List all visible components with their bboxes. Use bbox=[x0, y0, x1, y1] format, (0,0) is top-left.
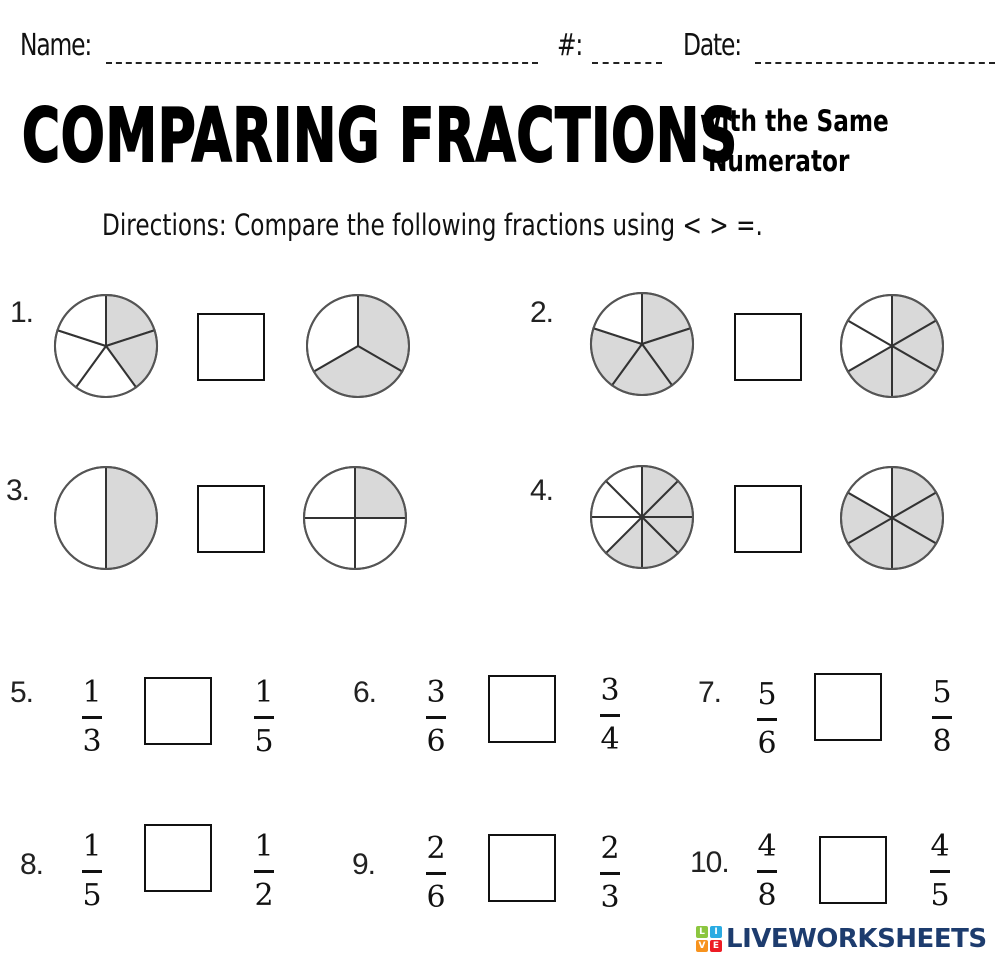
question-number: 9. bbox=[352, 848, 376, 881]
logo-wordmark: LIVEWORKSHEETS bbox=[726, 924, 987, 954]
numerator: 3 bbox=[600, 673, 620, 708]
date-label: Date: bbox=[683, 28, 742, 63]
fraction-bar bbox=[82, 716, 102, 719]
answer-box[interactable] bbox=[144, 824, 212, 892]
pie-slice-shaded bbox=[105, 465, 158, 571]
fraction-left: 15 bbox=[72, 830, 112, 913]
page-title: COMPARING FRACTIONS bbox=[21, 92, 738, 180]
denominator: 4 bbox=[600, 722, 620, 757]
fraction-bar bbox=[426, 872, 446, 875]
denominator: 5 bbox=[82, 878, 102, 913]
fraction-left: 13 bbox=[72, 676, 112, 759]
fraction-circle-left bbox=[590, 291, 694, 396]
fraction-bar bbox=[757, 870, 777, 873]
fraction-left: 26 bbox=[416, 832, 456, 915]
fraction-right: 12 bbox=[244, 830, 284, 913]
question-number: 1. bbox=[10, 296, 34, 329]
numerator: 1 bbox=[254, 829, 274, 864]
question-number: 10. bbox=[690, 846, 730, 879]
logo-tile: L bbox=[696, 926, 708, 938]
logo-tile: V bbox=[696, 940, 708, 952]
answer-box[interactable] bbox=[144, 677, 212, 745]
answer-box[interactable] bbox=[814, 673, 882, 741]
fraction-bar bbox=[757, 718, 777, 721]
name-field[interactable] bbox=[106, 62, 538, 64]
denominator: 3 bbox=[600, 880, 620, 915]
fraction-circle-right bbox=[840, 465, 944, 571]
question-number: 3. bbox=[6, 474, 30, 507]
question-number: 4. bbox=[530, 474, 554, 507]
fraction-bar bbox=[600, 714, 620, 717]
numerator: 4 bbox=[757, 829, 777, 864]
question-number: 7. bbox=[698, 676, 722, 709]
date-field[interactable] bbox=[755, 62, 995, 64]
answer-box[interactable] bbox=[197, 313, 265, 381]
fraction-right: 58 bbox=[922, 676, 962, 759]
fraction-right: 45 bbox=[920, 830, 960, 913]
liveworksheets-logo: L I V E LIVEWORKSHEETS bbox=[696, 924, 987, 954]
numerator: 1 bbox=[254, 675, 274, 710]
directions-text: Directions: Compare the following fracti… bbox=[102, 208, 763, 242]
logo-tile: E bbox=[710, 940, 722, 952]
denominator: 6 bbox=[426, 724, 446, 759]
denominator: 3 bbox=[82, 724, 102, 759]
fraction-circle-right bbox=[306, 293, 410, 398]
numerator: 3 bbox=[426, 675, 446, 710]
name-label: Name: bbox=[20, 28, 92, 63]
numerator: 2 bbox=[600, 831, 620, 866]
fraction-bar bbox=[426, 716, 446, 719]
fraction-circle-left bbox=[589, 464, 695, 570]
fraction-bar bbox=[932, 716, 952, 719]
fraction-bar bbox=[254, 716, 274, 719]
fraction-bar bbox=[600, 872, 620, 875]
answer-box[interactable] bbox=[488, 834, 556, 902]
question-number: 5. bbox=[10, 676, 34, 709]
question-number: 2. bbox=[530, 296, 554, 329]
question-number: 6. bbox=[353, 676, 377, 709]
question-number: 8. bbox=[20, 848, 44, 881]
fraction-left: 56 bbox=[747, 678, 787, 761]
fraction-bar bbox=[930, 870, 950, 873]
logo-tile: I bbox=[710, 926, 722, 938]
fraction-right: 23 bbox=[590, 832, 630, 915]
answer-box[interactable] bbox=[734, 313, 802, 381]
numerator: 5 bbox=[932, 675, 952, 710]
answer-box[interactable] bbox=[197, 485, 265, 553]
denominator: 2 bbox=[254, 878, 274, 913]
denominator: 8 bbox=[932, 724, 952, 759]
subtitle-line-1: with the Same bbox=[700, 104, 889, 138]
denominator: 8 bbox=[757, 878, 777, 913]
fraction-bar bbox=[254, 870, 274, 873]
answer-box[interactable] bbox=[819, 836, 887, 904]
denominator: 5 bbox=[930, 878, 950, 913]
fraction-circle-left bbox=[54, 465, 158, 571]
logo-tiles-icon: L I V E bbox=[696, 926, 722, 952]
fraction-circle-right bbox=[840, 293, 944, 399]
fraction-left: 48 bbox=[747, 830, 787, 913]
fraction-bar bbox=[82, 870, 102, 873]
denominator: 5 bbox=[254, 724, 274, 759]
denominator: 6 bbox=[426, 880, 446, 915]
fraction-circle-right bbox=[302, 465, 408, 571]
answer-box[interactable] bbox=[734, 485, 802, 553]
denominator: 6 bbox=[757, 726, 777, 761]
numerator: 5 bbox=[757, 677, 777, 712]
fraction-circle-left bbox=[54, 293, 158, 398]
subtitle-line-2: Numerator bbox=[708, 144, 850, 178]
number-label: #: bbox=[557, 28, 583, 63]
number-field[interactable] bbox=[592, 62, 662, 64]
numerator: 2 bbox=[426, 831, 446, 866]
answer-box[interactable] bbox=[488, 675, 556, 743]
fraction-right: 34 bbox=[590, 674, 630, 757]
fraction-right: 15 bbox=[244, 676, 284, 759]
numerator: 1 bbox=[82, 675, 102, 710]
fraction-left: 36 bbox=[416, 676, 456, 759]
numerator: 4 bbox=[930, 829, 950, 864]
numerator: 1 bbox=[82, 829, 102, 864]
pie-slice-unshaded bbox=[54, 465, 107, 571]
